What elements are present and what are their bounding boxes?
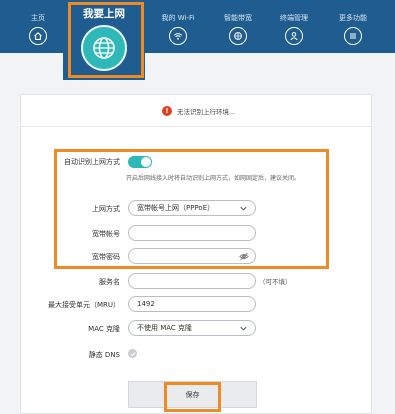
toggle-knob [141, 157, 151, 167]
mru-label: 最大接受单元（MRU） [47, 301, 120, 309]
nav-bandwidth-label: 智能带宽 [224, 14, 252, 22]
nav-item-more[interactable]: 更多功能 [325, 0, 381, 53]
auto-detect-hint: 开启后网线接入时将自动识别上网方式，如网固定后，建议关闭。 [126, 175, 301, 182]
check-icon [130, 351, 135, 356]
nav-home-label: 主页 [31, 14, 45, 22]
auto-detect-label: 自动识别上网方式 [64, 158, 120, 166]
access-mode-select[interactable]: 宽带帐号上网（PPPoE） [128, 200, 256, 216]
eye-icon[interactable] [239, 252, 249, 261]
status-banner: ! 无法识别上行环境... [162, 106, 235, 116]
warning-icon: ! [162, 106, 172, 116]
auto-detect-toggle[interactable] [128, 156, 152, 168]
mru-value: 1492 [137, 300, 155, 308]
save-label: 保存 [185, 390, 200, 399]
dns-checkbox[interactable] [128, 349, 137, 358]
mac-label: MAC 克隆 [88, 325, 120, 333]
access-mode-value: 宽带帐号上网（PPPoE） [137, 204, 215, 212]
mac-value: 不使用 MAC 克隆 [137, 324, 193, 332]
dns-label: 静态 DNS [88, 351, 120, 359]
password-input[interactable] [128, 248, 256, 264]
nav-item-devices[interactable]: 终端管理 [266, 0, 322, 53]
chevron-down-icon [240, 206, 247, 211]
save-button[interactable]: 保存 [128, 381, 257, 408]
menu-icon [344, 27, 362, 45]
chevron-down-icon [240, 326, 247, 331]
nav-item-home[interactable]: 主页 [10, 0, 66, 53]
user-icon [285, 27, 303, 45]
nav-item-wifi[interactable]: 我的 Wi-Fi [150, 0, 206, 53]
nav-devices-label: 终端管理 [280, 14, 308, 22]
mru-input[interactable]: 1492 [128, 296, 256, 312]
password-label: 宽带密码 [92, 253, 120, 261]
globe-icon [81, 25, 127, 71]
nav-item-bandwidth[interactable]: 智能带宽 [210, 0, 266, 53]
nav-wifi-label: 我的 Wi-Fi [161, 14, 195, 22]
service-note: （可不填） [259, 278, 292, 286]
nav-more-label: 更多功能 [339, 14, 367, 22]
status-message: 无法识别上行环境... [177, 108, 236, 116]
bandwidth-icon [229, 27, 247, 45]
divider [21, 126, 371, 127]
service-label: 服务名 [99, 278, 120, 286]
nav-internet-label: 我要上网 [83, 8, 125, 20]
account-input[interactable] [128, 225, 256, 241]
mac-select[interactable]: 不使用 MAC 克隆 [128, 320, 256, 336]
service-input[interactable] [128, 273, 256, 289]
home-icon [29, 27, 47, 45]
wifi-icon [169, 27, 187, 45]
account-label: 宽带帐号 [92, 230, 120, 238]
nav-item-internet[interactable]: 我要上网 [63, 0, 145, 80]
access-mode-label: 上网方式 [92, 205, 120, 213]
